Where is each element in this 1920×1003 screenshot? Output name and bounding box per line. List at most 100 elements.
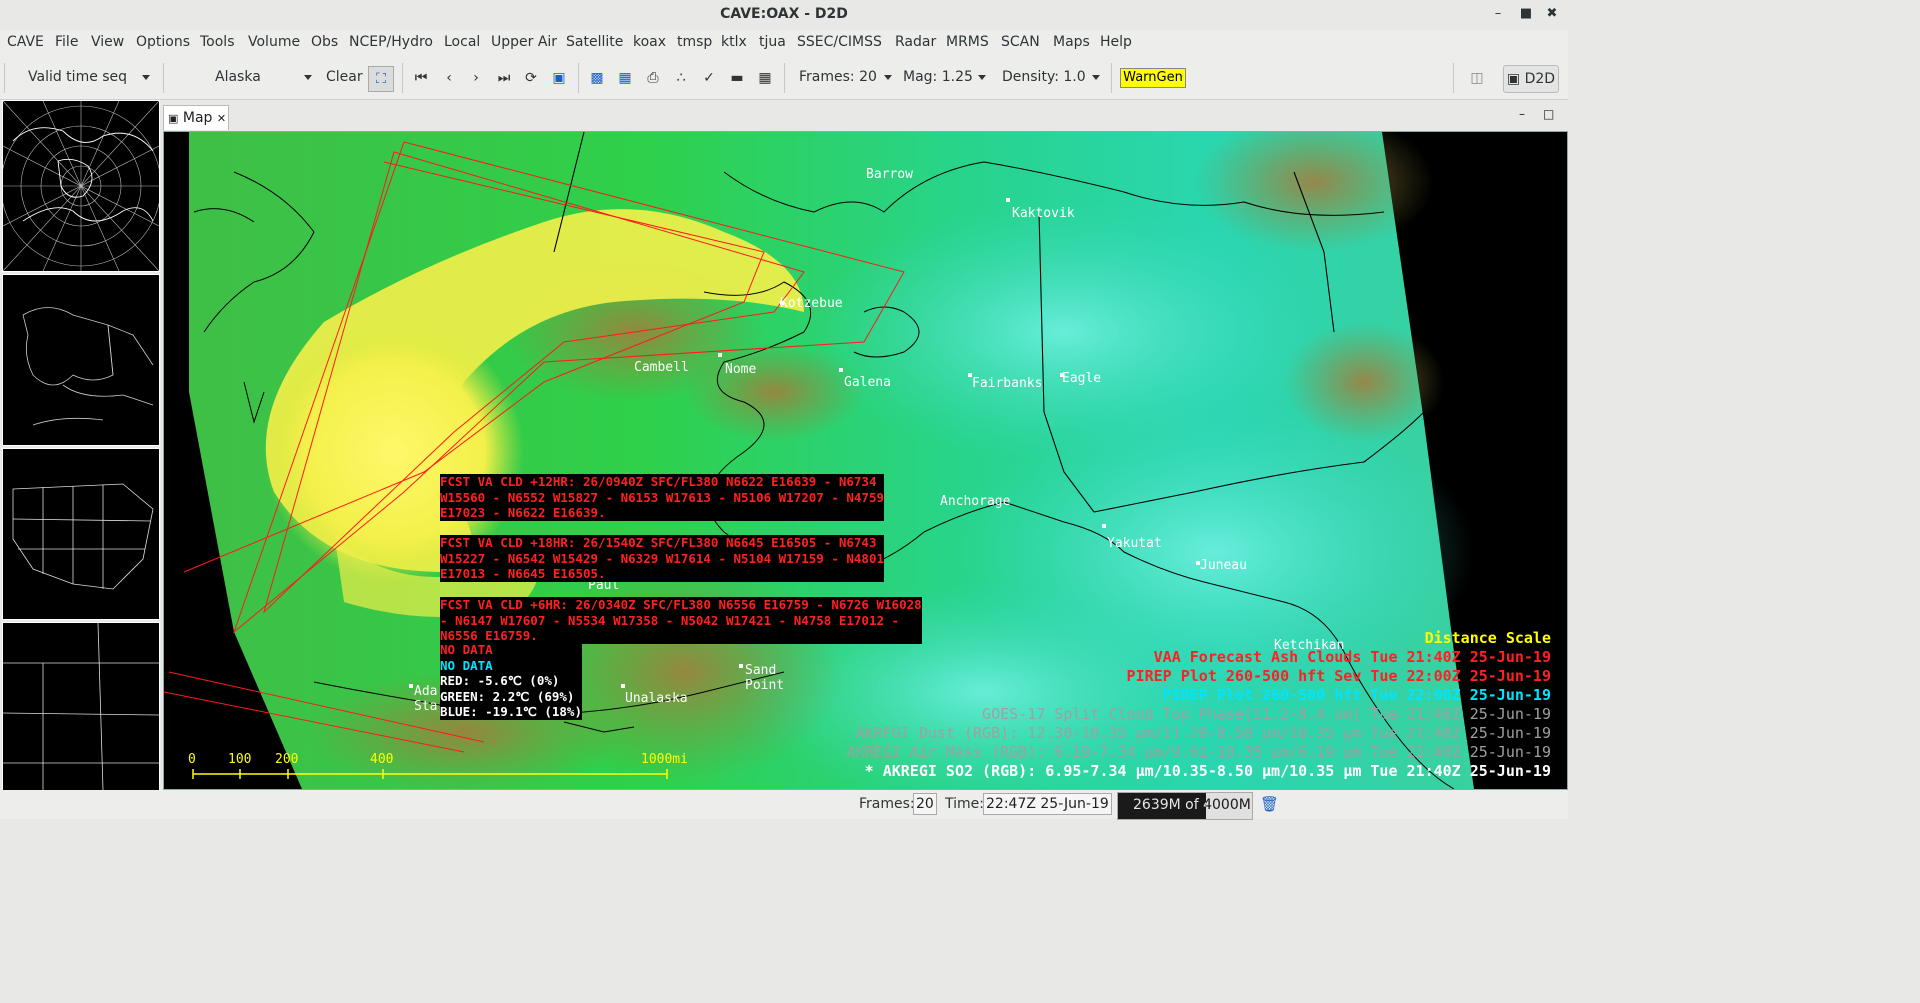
close-tab-icon[interactable]: ✕ bbox=[217, 112, 226, 125]
menu-help[interactable]: Help bbox=[1100, 34, 1132, 50]
menu-local[interactable]: Local bbox=[444, 34, 480, 50]
vaa-line: FCST VA CLD +18HR: 26/1540Z SFC/FL380 N6… bbox=[440, 535, 877, 550]
place-label: Yakutat bbox=[1107, 536, 1162, 551]
menu-view[interactable]: View bbox=[91, 34, 124, 50]
title-bar: CAVE:OAX - D2D – ■ ✖ bbox=[0, 0, 1568, 31]
garbage-collect-icon[interactable]: 🗑 bbox=[1260, 795, 1279, 813]
pane-regional[interactable] bbox=[2, 622, 160, 791]
menu-volume[interactable]: Volume bbox=[248, 34, 300, 50]
image-properties-icon[interactable]: ▩ bbox=[588, 69, 606, 87]
place-label: Kaktovik bbox=[1012, 206, 1075, 221]
frames-status-label: Frames: bbox=[859, 796, 915, 812]
frames-status-value: 20 bbox=[913, 793, 937, 815]
chevron-down-icon[interactable] bbox=[142, 75, 150, 80]
chevron-down-icon[interactable] bbox=[304, 75, 312, 80]
pane-alaska[interactable] bbox=[2, 274, 160, 446]
chevron-down-icon[interactable] bbox=[978, 75, 986, 80]
menu-maps[interactable]: Maps bbox=[1053, 34, 1090, 50]
open-perspective-icon[interactable]: ◫ bbox=[1468, 69, 1486, 87]
legend-air-mass-rgb[interactable]: AKREGI Air Mass (RGB): 6.19-7.34 μm/9.61… bbox=[847, 743, 1551, 761]
place-label: Galena bbox=[844, 375, 891, 390]
scale-tick-label: 0 bbox=[188, 752, 196, 767]
d2d-perspective-button[interactable]: ▣ D2D bbox=[1503, 65, 1559, 93]
scale-dropdown[interactable]: Alaska bbox=[215, 69, 261, 85]
toolbar-separator bbox=[1453, 63, 1454, 93]
loop-properties-icon[interactable]: ▣ bbox=[550, 69, 568, 87]
menu-radar[interactable]: Radar bbox=[895, 34, 936, 50]
loop-icon[interactable]: ⟳ bbox=[522, 69, 540, 87]
place-label: Sand bbox=[745, 663, 777, 678]
density-dropdown[interactable]: Density: 1.0 bbox=[1002, 69, 1086, 85]
minimize-icon[interactable]: – bbox=[1488, 4, 1508, 24]
menu-obs[interactable]: Obs bbox=[311, 34, 338, 50]
menu-koax[interactable]: koax bbox=[633, 34, 666, 50]
menu-options[interactable]: Options bbox=[136, 34, 190, 50]
thumbnail-panes bbox=[0, 100, 162, 791]
place-label: Juneau bbox=[1200, 558, 1247, 573]
menu-tools[interactable]: Tools bbox=[200, 34, 235, 50]
toolbar-separator bbox=[784, 63, 785, 93]
tab-map[interactable]: ▣ Map ✕ bbox=[163, 105, 229, 130]
four-panel-icon[interactable]: ▦ bbox=[756, 69, 774, 87]
pane-north-hemisphere[interactable] bbox=[0, 100, 162, 272]
place-label: Sta bbox=[414, 699, 438, 714]
legend-goes17-phase[interactable]: GOES-17 Split Cloud Top Phase[11.2-8.4 u… bbox=[982, 705, 1551, 723]
d2d-icon: ▣ bbox=[1506, 71, 1521, 87]
d2d-label: D2D bbox=[1524, 71, 1556, 87]
menu-bar: CAVE File View Options Tools Volume Obs … bbox=[0, 30, 1568, 57]
place-label: Point bbox=[745, 678, 785, 693]
scale-tick-label: 1000mi bbox=[641, 752, 688, 767]
time-mode-dropdown[interactable]: Valid time seq bbox=[28, 69, 127, 85]
place-label: Eagle bbox=[1062, 371, 1102, 386]
next-frame-icon[interactable]: › bbox=[467, 69, 485, 87]
image-combination-icon[interactable]: ▦ bbox=[616, 69, 634, 87]
maximize-icon[interactable]: ■ bbox=[1516, 4, 1536, 24]
menu-upper-air[interactable]: Upper Air bbox=[491, 34, 557, 50]
menu-scan[interactable]: SCAN bbox=[1001, 34, 1040, 50]
fullscreen-icon[interactable]: ⛶ bbox=[368, 66, 394, 92]
place-label: Unalaska bbox=[625, 691, 688, 706]
place-label: Fairbanks bbox=[972, 376, 1043, 391]
single-panel-icon[interactable]: ▬ bbox=[728, 69, 746, 87]
last-frame-icon[interactable]: ⏭ bbox=[495, 69, 513, 87]
menu-ncep-hydro[interactable]: NCEP/Hydro bbox=[349, 34, 433, 50]
first-frame-icon[interactable]: ⏮ bbox=[412, 69, 430, 87]
maximize-pane-icon[interactable]: □ bbox=[1543, 107, 1554, 121]
place-label: Anchorage bbox=[940, 494, 1011, 509]
time-status-value: 22:47Z 25-Jun-19 bbox=[983, 793, 1112, 815]
map-display[interactable]: Barrow Kaktovik Kotzebue Cambell Nome Ga… bbox=[163, 131, 1568, 790]
minimize-pane-icon[interactable]: – bbox=[1519, 107, 1525, 121]
menu-file[interactable]: File bbox=[55, 34, 78, 50]
vaa-line: - N6147 W17607 - N5534 W17358 - N5042 W1… bbox=[440, 612, 900, 628]
pane-conus[interactable] bbox=[2, 448, 160, 620]
menu-tjua[interactable]: tjua bbox=[759, 34, 786, 50]
legend-pirep-sev[interactable]: PIREP Plot 260-500 hft Sev Tue 22:00Z 25… bbox=[1127, 667, 1551, 685]
menu-ktlx[interactable]: ktlx bbox=[721, 34, 747, 50]
no-data-red: NO DATA bbox=[440, 642, 493, 657]
toolbar-separator bbox=[1111, 63, 1112, 93]
legend-vaa[interactable]: VAA Forecast Ash Clouds Tue 21:40Z 25-Ju… bbox=[1154, 648, 1551, 666]
close-icon[interactable]: ✖ bbox=[1542, 4, 1562, 24]
sample-icon[interactable]: ∴ bbox=[672, 69, 690, 87]
menu-satellite[interactable]: Satellite bbox=[566, 34, 623, 50]
print-icon[interactable]: ⎙ bbox=[644, 69, 662, 87]
menu-cave[interactable]: CAVE bbox=[7, 34, 44, 50]
clear-button[interactable]: Clear bbox=[326, 69, 363, 85]
legend-distance-scale[interactable]: Distance Scale bbox=[1425, 629, 1551, 647]
menu-tmsp[interactable]: tmsp bbox=[677, 34, 712, 50]
place-label: Cambell bbox=[634, 360, 689, 375]
legend-dust-rgb[interactable]: AKREGI Dust (RGB): 12.30-10.35 μm/11.20-… bbox=[856, 724, 1551, 742]
chevron-down-icon[interactable] bbox=[1092, 75, 1100, 80]
warngen-button[interactable]: WarnGen bbox=[1120, 68, 1186, 88]
mag-dropdown[interactable]: Mag: 1.25 bbox=[903, 69, 973, 85]
legend-pirep[interactable]: PIREP Plot 260-500 hft Tue 22:00Z 25-Jun… bbox=[1163, 686, 1551, 704]
draw-icon[interactable]: ✓ bbox=[700, 69, 718, 87]
previous-frame-icon[interactable]: ‹ bbox=[440, 69, 458, 87]
frames-dropdown[interactable]: Frames: 20 bbox=[799, 69, 877, 85]
map-tab-label: Map bbox=[182, 110, 213, 126]
menu-ssec-cimss[interactable]: SSEC/CIMSS bbox=[797, 34, 882, 50]
place-label: Ada bbox=[414, 684, 438, 699]
legend-so2-rgb[interactable]: * AKREGI SO2 (RGB): 6.95-7.34 μm/10.35-8… bbox=[865, 762, 1551, 780]
chevron-down-icon[interactable] bbox=[884, 75, 892, 80]
menu-mrms[interactable]: MRMS bbox=[946, 34, 989, 50]
